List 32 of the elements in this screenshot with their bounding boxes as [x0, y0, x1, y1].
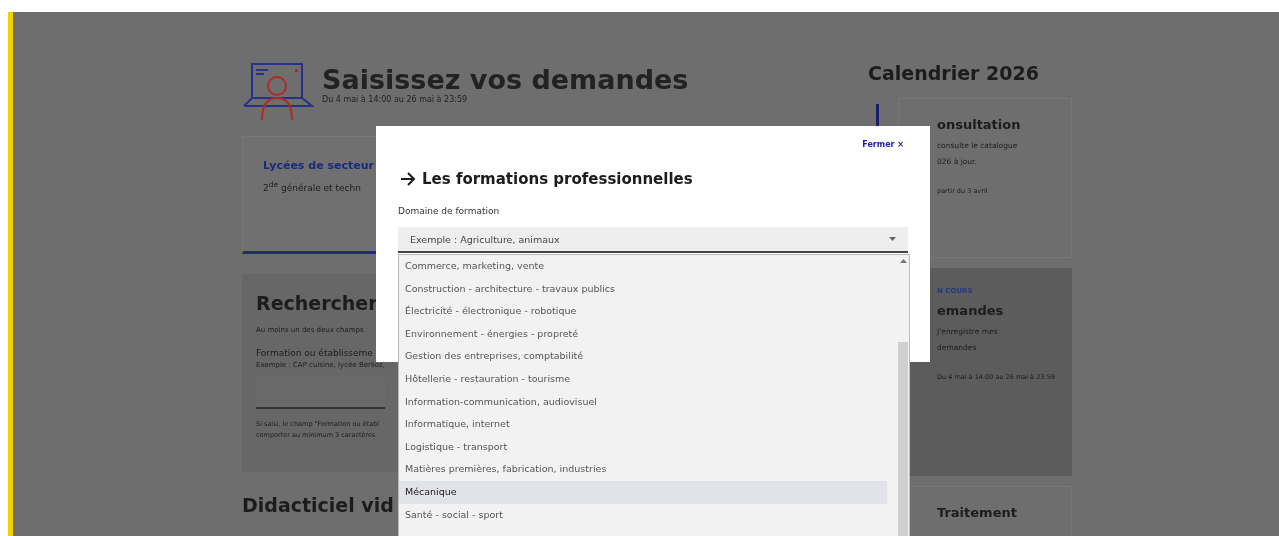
dropdown-field[interactable]: Exemple : Agriculture, animaux [398, 227, 908, 253]
date-range: Du 4 mai à 14:00 au 26 mai à 23:59 [322, 95, 469, 104]
close-button[interactable]: Fermer × [862, 140, 904, 149]
arrow-right-icon [400, 172, 416, 186]
field-label: Formation ou établisseme [256, 348, 373, 358]
section-title: Didacticiel vid [242, 494, 394, 516]
step-title: Traitement [937, 505, 1017, 520]
dropdown-option[interactable]: Construction - architecture - travaux publics [399, 277, 887, 301]
card-text: 2$^{de}$ générale et techn [263, 180, 361, 193]
section-title: Rechercher [256, 292, 378, 314]
dropdown-option[interactable]: Commerce, marketing, vente [399, 255, 887, 278]
page-title: Saisissez vos demandes [322, 64, 689, 95]
field-label: Domaine de formation [398, 206, 500, 216]
modal-title: Les formations professionnelles [422, 170, 693, 188]
dropdown-option[interactable]: Santé - social - sport [399, 503, 887, 527]
dropdown-option[interactable]: Informatique, internet [399, 413, 887, 436]
timeline-bar [876, 104, 879, 126]
step-title: onsultation [937, 117, 1021, 132]
dropdown-option[interactable]: Environnement - énergies - propreté [399, 322, 887, 346]
dropdown-option[interactable]: Électricité - électronique - robotique [399, 300, 887, 323]
card-title: Lycées de secteur [263, 159, 374, 172]
dropdown-option[interactable]: Mécanique [399, 480, 887, 504]
dropdown-option[interactable]: Matières premières, fabrication, industries [399, 458, 887, 481]
scrollbar-thumb[interactable] [898, 342, 908, 536]
laptop-person-icon [242, 62, 314, 122]
dropdown-option[interactable]: Gestion des entreprises, comptabilité [399, 345, 887, 368]
dropdown-option[interactable]: Hôtellerie - restauration - tourisme [399, 367, 887, 391]
dropdown-option[interactable]: Logistique - transport [399, 435, 887, 459]
step-title: emandes [937, 303, 1004, 318]
calendar-title: Calendrier 2026 [868, 62, 1040, 84]
dropdown-option[interactable]: Information-communication, audiovisuel [399, 390, 887, 414]
caret-icon [889, 236, 896, 242]
